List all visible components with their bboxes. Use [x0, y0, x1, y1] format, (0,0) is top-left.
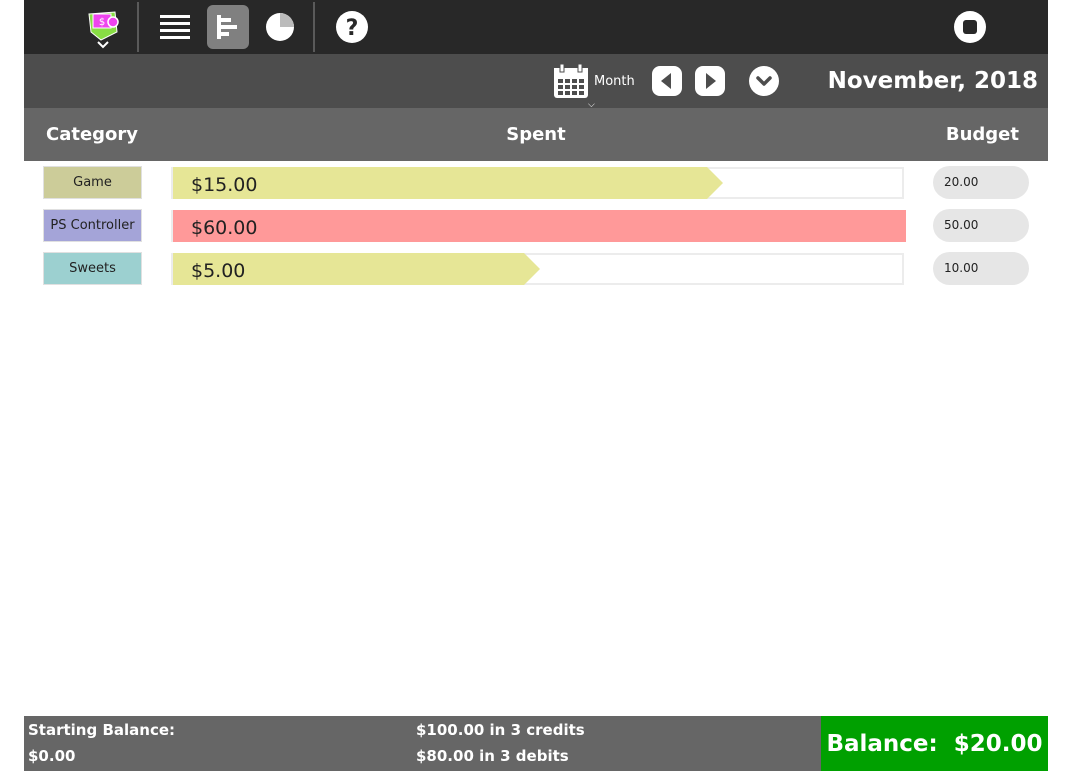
summary-footer: Starting Balance: $0.00 $100.00 in 3 cre… [24, 716, 1048, 771]
category-label: Game [43, 166, 142, 199]
period-toolbar: Month ⌵ November, 2018 [24, 54, 1048, 110]
spent-bar-fill [173, 253, 540, 285]
bar-chart-view-icon[interactable] [206, 0, 250, 54]
starting-balance-label: Starting Balance: [28, 721, 176, 739]
category-label: PS Controller [43, 209, 142, 242]
header-budget: Budget [945, 124, 1019, 145]
category-row: Game $15.00 20.00 [24, 166, 1048, 200]
date-dropdown-icon[interactable] [748, 65, 780, 97]
list-view-icon[interactable] [154, 0, 196, 54]
spent-bar: $60.00 [171, 210, 906, 242]
starting-balance-value: $0.00 [28, 747, 76, 765]
period-selector[interactable]: Month ⌵ [552, 60, 635, 110]
budget-app: $ ? Month ⌵ November, 2018 Spent Categor… [24, 0, 1048, 771]
balance-label: Balance: [826, 730, 938, 757]
budget-input[interactable]: 50.00 [933, 209, 1029, 242]
header-category: Category [46, 124, 139, 145]
category-row: PS Controller $60.00 50.00 [24, 209, 1048, 243]
previous-icon[interactable] [651, 65, 683, 97]
toolbar-separator [313, 2, 315, 52]
spent-amount: $5.00 [191, 260, 246, 282]
category-label: Sweets [43, 252, 142, 285]
category-row: Sweets $5.00 10.00 [24, 252, 1048, 286]
main-toolbar: $ ? [24, 0, 1048, 54]
spent-amount: $60.00 [191, 217, 258, 239]
spent-bar-fill [173, 210, 906, 242]
debits-summary: $80.00 in 3 debits [416, 747, 569, 765]
toolbar-separator [137, 2, 139, 52]
next-icon[interactable] [694, 65, 726, 97]
svg-text:?: ? [346, 16, 359, 41]
period-title: November, 2018 [827, 68, 1038, 94]
period-label: Month [594, 73, 635, 89]
balance-value: $20.00 [953, 730, 1043, 757]
spent-bar: $15.00 [171, 167, 904, 199]
pie-chart-view-icon[interactable] [260, 0, 300, 54]
spent-bar-fill [173, 167, 723, 199]
activity-icon[interactable]: $ [82, 0, 124, 54]
table-header: Spent Category Budget [24, 108, 1048, 161]
budget-input[interactable]: 20.00 [933, 166, 1029, 199]
credits-summary: $100.00 in 3 credits [416, 721, 585, 739]
balance-display: Balance: $20.00 [821, 716, 1048, 771]
header-spent: Spent [506, 124, 566, 145]
calendar-icon [554, 63, 588, 98]
stop-icon[interactable] [948, 0, 992, 54]
spent-bar: $5.00 [171, 253, 904, 285]
budget-input[interactable]: 10.00 [933, 252, 1029, 285]
help-icon[interactable]: ? [331, 0, 373, 54]
spent-bar-shape [173, 210, 906, 242]
svg-text:$: $ [99, 17, 105, 28]
spent-amount: $15.00 [191, 174, 258, 196]
